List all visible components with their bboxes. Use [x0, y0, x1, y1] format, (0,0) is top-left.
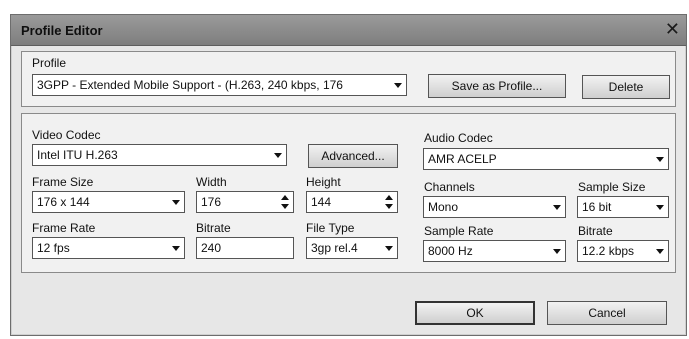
chevron-down-icon: [172, 246, 180, 251]
sample-size-dropdown[interactable]: 16 bit: [577, 196, 669, 218]
chevron-down-icon: [656, 157, 664, 162]
channels-dropdown[interactable]: Mono: [423, 196, 566, 218]
video-codec-label: Video Codec: [32, 128, 101, 142]
audio-codec-dropdown[interactable]: AMR ACELP: [423, 148, 669, 170]
width-spinner[interactable]: 176: [196, 191, 294, 213]
chevron-down-icon: [656, 205, 664, 210]
audio-codec-value: AMR ACELP: [428, 152, 497, 166]
frame-rate-dropdown[interactable]: 12 fps: [32, 237, 185, 259]
profile-label: Profile: [32, 56, 67, 70]
video-codec-value: Intel ITU H.263: [37, 148, 118, 162]
profile-dropdown[interactable]: 3GPP - Extended Mobile Support - (H.263,…: [32, 74, 407, 96]
profile-editor-window: Profile Editor ✕ Profile 3GPP - Extended…: [10, 14, 687, 336]
audio-bitrate-label: Bitrate: [578, 224, 613, 238]
height-label: Height: [306, 175, 341, 189]
video-bitrate-input[interactable]: 240: [196, 237, 294, 259]
video-bitrate-value: 240: [201, 241, 222, 255]
chevron-down-icon: [553, 249, 561, 254]
audio-codec-label: Audio Codec: [424, 131, 493, 145]
width-value: 176: [201, 195, 222, 209]
delete-button[interactable]: Delete: [582, 75, 670, 99]
sample-rate-label: Sample Rate: [424, 224, 494, 238]
close-icon[interactable]: ✕: [665, 19, 680, 39]
channels-label: Channels: [424, 180, 475, 194]
video-codec-dropdown[interactable]: Intel ITU H.263: [32, 144, 287, 166]
chevron-down-icon: [394, 83, 402, 88]
width-label: Width: [196, 175, 227, 189]
profile-panel: Profile 3GPP - Extended Mobile Support -…: [21, 51, 676, 107]
video-bitrate-label: Bitrate: [196, 221, 231, 235]
frame-size-dropdown[interactable]: 176 x 144: [32, 191, 185, 213]
profile-dropdown-value: 3GPP - Extended Mobile Support - (H.263,…: [37, 78, 343, 92]
frame-size-value: 176 x 144: [37, 195, 90, 209]
file-type-label: File Type: [306, 221, 355, 235]
frame-rate-label: Frame Rate: [32, 221, 96, 235]
sample-rate-dropdown[interactable]: 8000 Hz: [423, 240, 566, 262]
frame-size-label: Frame Size: [32, 175, 94, 189]
chevron-down-icon: [553, 205, 561, 210]
chevron-down-icon: [172, 200, 180, 205]
settings-panel: Video Codec Intel ITU H.263 Advanced... …: [21, 113, 676, 273]
chevron-down-icon: [656, 249, 664, 254]
channels-value: Mono: [428, 200, 459, 214]
advanced-button[interactable]: Advanced...: [308, 144, 398, 168]
save-as-profile-button[interactable]: Save as Profile...: [428, 74, 566, 98]
spinner-arrows-icon[interactable]: [281, 195, 289, 209]
sample-rate-value: 8000 Hz: [428, 244, 473, 258]
ok-button[interactable]: OK: [415, 301, 535, 325]
sample-size-label: Sample Size: [578, 180, 646, 194]
window-title: Profile Editor: [21, 23, 103, 38]
frame-rate-value: 12 fps: [37, 241, 70, 255]
chevron-down-icon: [385, 246, 393, 251]
audio-bitrate-dropdown[interactable]: 12.2 kbps: [577, 240, 669, 262]
height-spinner[interactable]: 144: [306, 191, 398, 213]
spinner-arrows-icon[interactable]: [385, 195, 393, 209]
cancel-button[interactable]: Cancel: [547, 301, 667, 325]
chevron-down-icon: [274, 153, 282, 158]
title-bar[interactable]: Profile Editor ✕: [11, 15, 686, 46]
file-type-dropdown[interactable]: 3gp rel.4: [306, 237, 398, 259]
